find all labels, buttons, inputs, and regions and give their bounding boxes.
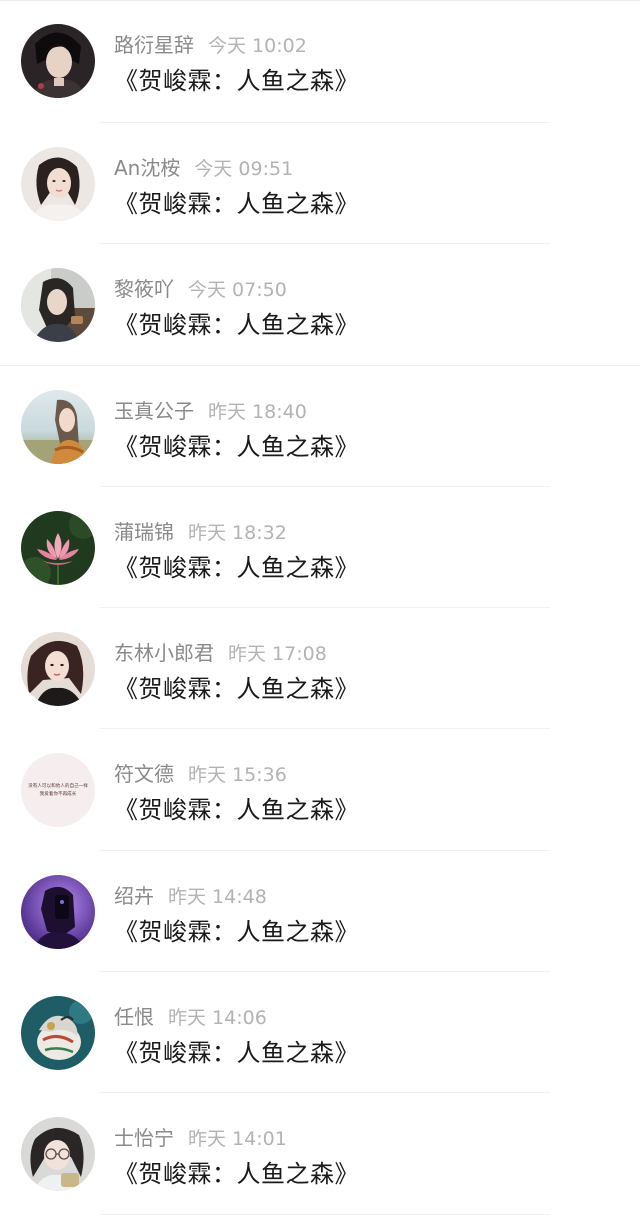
comment-text[interactable]: 《贺峻霖：人鱼之森》 xyxy=(114,431,359,463)
comment-text[interactable]: 《贺峻霖：人鱼之森》 xyxy=(114,552,359,584)
comment-item: 任恨 昨天 14:06 《贺峻霖：人鱼之森》 xyxy=(0,972,640,1094)
comment-header[interactable]: 士怡宁 昨天 14:01 xyxy=(114,1125,287,1152)
comment-text[interactable]: 《贺峻霖：人鱼之森》 xyxy=(114,916,359,948)
username[interactable]: 符文德 xyxy=(114,762,174,786)
timestamp: 昨天 18:40 xyxy=(208,400,307,423)
timestamp: 今天 10:02 xyxy=(208,35,307,57)
avatar-dark-portrait[interactable] xyxy=(21,24,95,98)
avatar-lotus[interactable] xyxy=(21,510,95,585)
avatar-girl-glasses[interactable] xyxy=(21,1117,95,1192)
comment-header[interactable]: 路衍星辞 今天 10:02 xyxy=(114,32,307,59)
username[interactable]: 东林小郎君 xyxy=(114,641,214,665)
avatar-porcelain-figure[interactable] xyxy=(21,996,95,1071)
username[interactable]: 路衍星辞 xyxy=(114,33,194,57)
username[interactable]: 士怡宁 xyxy=(114,1126,174,1150)
username[interactable]: 蒲瑞锦 xyxy=(114,520,174,544)
comment-header[interactable]: 符文德 昨天 15:36 xyxy=(114,761,287,788)
timestamp: 昨天 14:48 xyxy=(168,885,267,908)
avatar-girl-cafe[interactable] xyxy=(21,268,95,343)
comment-item: An沈桉 今天 09:51 《贺峻霖：人鱼之森》 xyxy=(0,123,640,245)
comment-text[interactable]: 《贺峻霖：人鱼之森》 xyxy=(114,794,359,826)
comment-divider xyxy=(100,1213,550,1215)
comment-header[interactable]: 玉真公子 昨天 18:40 xyxy=(114,398,307,425)
username[interactable]: 玉真公子 xyxy=(114,399,194,423)
comment-item: 士怡宁 昨天 14:01 《贺峻霖：人鱼之森》 xyxy=(0,1093,640,1215)
username[interactable]: 黎筱吖 xyxy=(114,277,174,301)
timestamp: 昨天 14:06 xyxy=(168,1007,267,1030)
comment-item: 东林小郎君 昨天 17:08 《贺峻霖：人鱼之森》 xyxy=(0,608,640,730)
username[interactable]: 绍卉 xyxy=(114,884,154,908)
comment-text[interactable]: 《贺峻霖：人鱼之森》 xyxy=(114,1037,359,1069)
comment-item: 没有人可以和他人的自己一样 我爱着你不再成长 符文德 昨天 15:36 《贺峻霖：… xyxy=(0,729,640,851)
avatar-purple-mirror[interactable] xyxy=(21,874,95,949)
comment-text[interactable]: 《贺峻霖：人鱼之森》 xyxy=(114,673,359,705)
comment-header[interactable]: 蒲瑞锦 昨天 18:32 xyxy=(114,519,287,546)
username[interactable]: An沈桉 xyxy=(114,156,180,180)
comment-item: 蒲瑞锦 昨天 18:32 《贺峻霖：人鱼之森》 xyxy=(0,487,640,609)
avatar-quote-line: 没有人可以和他人的自己一样 xyxy=(28,782,88,789)
avatar-text-quote[interactable]: 没有人可以和他人的自己一样 我爱着你不再成长 xyxy=(21,753,95,828)
comment-header[interactable]: 绍卉 昨天 14:48 xyxy=(114,883,267,910)
comment-text[interactable]: 《贺峻霖：人鱼之森》 xyxy=(114,1158,359,1190)
comment-header[interactable]: 任恨 昨天 14:06 xyxy=(114,1004,267,1031)
avatar-field-portrait[interactable] xyxy=(21,389,95,464)
comment-list: 路衍星辞 今天 10:02 《贺峻霖：人鱼之森》 An沈桉 今天 09:51 《贺峻… xyxy=(0,0,640,1215)
timestamp: 今天 09:51 xyxy=(194,158,294,180)
comment-item: 绍卉 昨天 14:48 《贺峻霖：人鱼之森》 xyxy=(0,851,640,973)
comment-header[interactable]: An沈桉 今天 09:51 xyxy=(114,155,293,182)
avatar-quote-line: 我爱着你不再成长 xyxy=(40,790,77,797)
comment-item: 玉真公子 昨天 18:40 《贺峻霖：人鱼之森》 xyxy=(0,366,640,487)
username[interactable]: 任恨 xyxy=(114,1005,154,1029)
timestamp: 昨天 18:32 xyxy=(188,521,287,544)
comment-text[interactable]: 《贺峻霖：人鱼之森》 xyxy=(114,309,359,341)
avatar-woman-light[interactable] xyxy=(21,147,95,221)
comment-item: 路衍星辞 今天 10:02 《贺峻霖：人鱼之森》 xyxy=(0,0,640,123)
comment-header[interactable]: 东林小郎君 昨天 17:08 xyxy=(114,640,327,667)
timestamp: 昨天 15:36 xyxy=(188,764,287,787)
comment-item: 黎筱吖 今天 07:50 《贺峻霖：人鱼之森》 xyxy=(0,244,640,366)
comment-text[interactable]: 《贺峻霖：人鱼之森》 xyxy=(114,65,359,97)
timestamp: 昨天 17:08 xyxy=(228,643,327,666)
comment-header[interactable]: 黎筱吖 今天 07:50 xyxy=(114,276,287,303)
comment-text[interactable]: 《贺峻霖：人鱼之森》 xyxy=(114,188,359,220)
timestamp: 昨天 14:01 xyxy=(188,1128,287,1151)
avatar-woman-scarf[interactable] xyxy=(21,632,95,707)
timestamp: 今天 07:50 xyxy=(188,279,287,302)
